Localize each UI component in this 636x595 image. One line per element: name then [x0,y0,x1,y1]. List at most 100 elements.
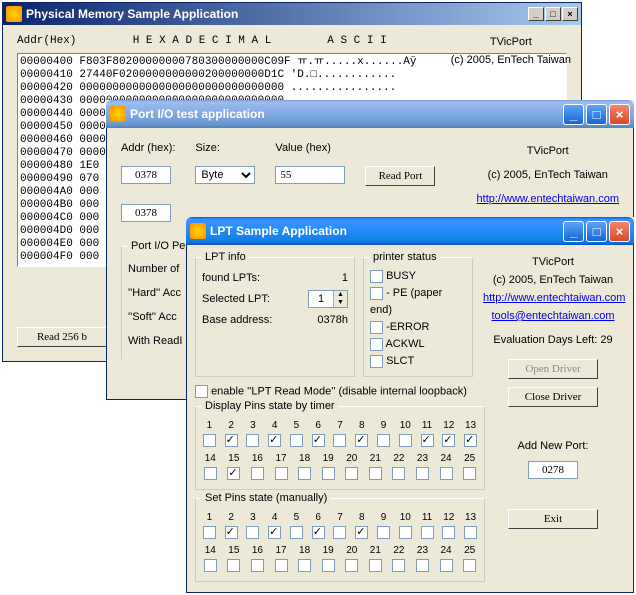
pin-label: 15 [226,453,243,464]
size-select[interactable]: Byte [195,166,255,184]
pin-checkbox[interactable] [333,434,346,447]
pin-label: 14 [202,453,219,464]
busy-checkbox[interactable] [370,270,383,283]
pin-label: 18 [296,453,313,464]
pin-checkbox[interactable] [399,434,412,447]
pin-label: 1 [202,512,217,523]
pin-checkbox[interactable] [464,434,477,447]
ack-checkbox[interactable] [370,338,383,351]
pin-checkbox[interactable] [421,434,434,447]
pin-checkbox[interactable] [333,526,346,539]
pin-checkbox[interactable] [416,559,429,572]
pin-label: 23 [414,453,431,464]
titlebar[interactable]: Physical Memory Sample Application _ □ × [3,3,581,25]
close-driver-button[interactable]: Close Driver [508,387,598,407]
pin-checkbox[interactable] [399,526,412,539]
value-input[interactable] [275,166,345,184]
pin-checkbox[interactable] [463,467,476,480]
pin-checkbox[interactable] [377,526,390,539]
pin-checkbox[interactable] [421,526,434,539]
pin-checkbox[interactable] [268,526,281,539]
pin-label: 20 [343,453,360,464]
pin-label: 13 [463,420,478,431]
pin-checkbox[interactable] [440,467,453,480]
pin-checkbox[interactable] [464,526,477,539]
pin-checkbox[interactable] [204,559,217,572]
read-port-button[interactable]: Read Port [365,166,435,186]
brand: TVicPort [451,33,571,51]
pin-checkbox[interactable] [440,559,453,572]
exit-button[interactable]: Exit [508,509,598,529]
lpt-spinner[interactable]: ▲▼ [308,290,348,308]
pin-checkbox[interactable] [225,526,238,539]
copyright: (c) 2005, EnTech Taiwan [477,166,619,184]
pin-checkbox[interactable] [442,526,455,539]
pin-checkbox[interactable] [204,467,217,480]
addr-input[interactable] [121,166,171,184]
col-ascii: A S C I I [307,35,407,47]
maximize-button[interactable]: □ [545,7,561,21]
pin-checkbox[interactable] [442,434,455,447]
app-icon [110,106,126,122]
pin-checkbox[interactable] [355,526,368,539]
pin-checkbox[interactable] [369,467,382,480]
minimize-button[interactable]: _ [563,221,584,242]
pe-checkbox[interactable] [370,287,383,300]
pin-checkbox[interactable] [416,467,429,480]
pin-checkbox[interactable] [322,467,335,480]
pin-checkbox[interactable] [298,559,311,572]
pin-checkbox[interactable] [246,434,259,447]
titlebar[interactable]: Port I/O test application _ □ × [106,100,634,128]
titlebar[interactable]: LPT Sample Application _ □ × [186,217,634,245]
pin-checkbox[interactable] [275,467,288,480]
pin-checkbox[interactable] [227,467,240,480]
pin-checkbox[interactable] [345,467,358,480]
pin-checkbox[interactable] [312,434,325,447]
pin-checkbox[interactable] [355,434,368,447]
pin-checkbox[interactable] [345,559,358,572]
pin-checkbox[interactable] [377,434,390,447]
port-input[interactable] [528,461,578,479]
pin-checkbox[interactable] [392,559,405,572]
pin-checkbox[interactable] [251,467,264,480]
pin-label: 6 [311,512,326,523]
minimize-button[interactable]: _ [528,7,544,21]
pin-checkbox[interactable] [246,526,259,539]
read-button[interactable]: Read 256 b [17,327,107,347]
pin-label: 5 [289,512,304,523]
pin-checkbox[interactable] [392,467,405,480]
url-link[interactable]: http://www.entechtaiwan.com [477,193,619,205]
pin-checkbox[interactable] [275,559,288,572]
pin-checkbox[interactable] [298,467,311,480]
maximize-button[interactable]: □ [586,221,607,242]
pin-checkbox[interactable] [463,559,476,572]
pin-checkbox[interactable] [369,559,382,572]
close-button[interactable]: × [609,104,630,125]
error-checkbox[interactable] [370,321,383,334]
pin-checkbox[interactable] [203,434,216,447]
pin-checkbox[interactable] [268,434,281,447]
pin-checkbox[interactable] [322,559,335,572]
pin-label: 17 [273,453,290,464]
pin-checkbox[interactable] [227,559,240,572]
copyright: (c) 2005, EnTech Taiwan [451,51,571,69]
pin-checkbox[interactable] [251,559,264,572]
pin-checkbox[interactable] [312,526,325,539]
close-button[interactable]: × [609,221,630,242]
close-button[interactable]: × [562,7,578,21]
minimize-button[interactable]: _ [563,104,584,125]
sel-label: Selected LPT: [202,293,270,305]
pin-checkbox[interactable] [225,434,238,447]
col-hex: H E X A D E C I M A L [97,35,307,47]
pin-checkbox[interactable] [290,434,303,447]
pin-label: 7 [333,512,348,523]
maximize-button[interactable]: □ [586,104,607,125]
slct-checkbox[interactable] [370,355,383,368]
pin-checkbox[interactable] [290,526,303,539]
mail-link[interactable]: tools@entechtaiwan.com [491,310,614,322]
pin-checkbox[interactable] [203,526,216,539]
pin-label: 21 [367,545,384,556]
addr2-input[interactable] [121,204,171,222]
url-link[interactable]: http://www.entechtaiwan.com [483,292,625,304]
enable-readmode-checkbox[interactable] [195,385,208,398]
